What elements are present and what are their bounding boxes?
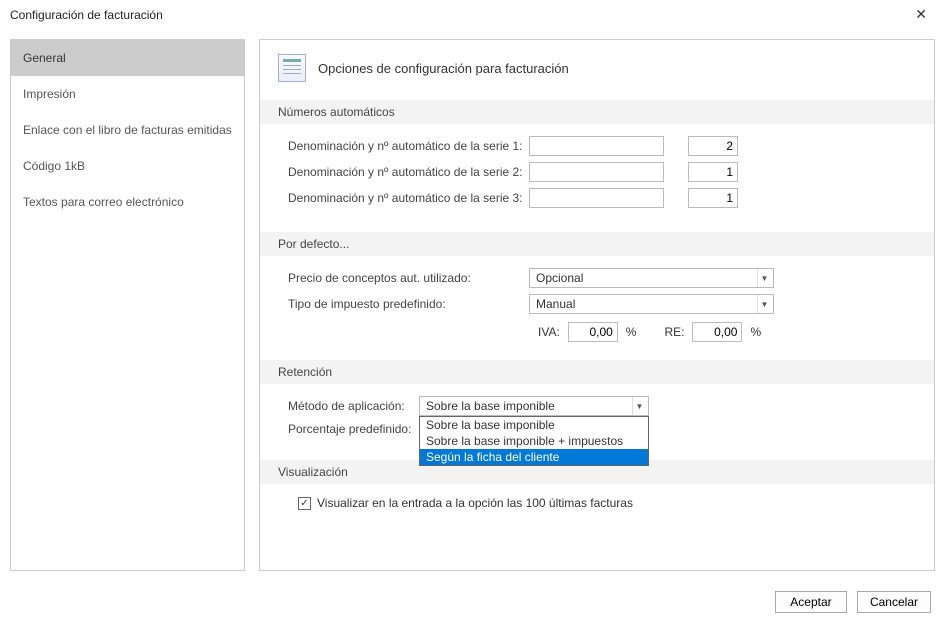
sidebar-item-impresion[interactable]: Impresión [11, 76, 244, 112]
tax-type-select[interactable]: Manual ▼ [529, 294, 774, 314]
series-row-3: Denominación y nº automático de la serie… [288, 188, 906, 208]
invoice-config-icon [278, 54, 306, 82]
panel-header: Opciones de configuración para facturaci… [278, 54, 916, 82]
series-label-1: Denominación y nº automático de la serie… [288, 139, 523, 153]
tax-type-select-value: Manual [536, 297, 575, 311]
tax-type-label: Tipo de impuesto predefinido: [288, 297, 523, 311]
series-number-input-2[interactable] [688, 162, 738, 182]
re-pct: % [750, 325, 761, 339]
method-select-value: Sobre la base imponible [426, 399, 555, 413]
section-header-retention: Retención [260, 360, 934, 384]
sidebar-item-general[interactable]: General [11, 40, 244, 76]
iva-input[interactable] [568, 322, 618, 342]
series-name-input-3[interactable] [529, 188, 664, 208]
chevron-down-icon: ▼ [757, 269, 771, 287]
section-body-auto-numbers: Denominación y nº automático de la serie… [278, 136, 916, 232]
close-icon[interactable]: ✕ [909, 6, 933, 23]
dialog-footer: Aceptar Cancelar [0, 581, 945, 625]
panel-title: Opciones de configuración para facturaci… [318, 61, 569, 76]
accept-button[interactable]: Aceptar [775, 591, 847, 613]
titlebar: Configuración de facturación ✕ [0, 0, 945, 29]
tax-values-row: IVA: % RE: % [538, 322, 906, 342]
window-title: Configuración de facturación [10, 8, 163, 22]
method-option-ficha-cliente[interactable]: Según la ficha del cliente [420, 449, 648, 465]
series-label-3: Denominación y nº automático de la serie… [288, 191, 523, 205]
chevron-down-icon: ▼ [632, 397, 646, 415]
retention-pct-label: Porcentaje predefinido: [288, 422, 413, 436]
tax-type-row: Tipo de impuesto predefinido: Manual ▼ [288, 294, 906, 314]
series-name-input-1[interactable] [529, 136, 664, 156]
series-label-2: Denominación y nº automático de la serie… [288, 165, 523, 179]
method-dropdown-list: Sobre la base imponible Sobre la base im… [419, 416, 649, 466]
main-panel: Opciones de configuración para facturaci… [259, 39, 935, 571]
re-label: RE: [664, 325, 684, 339]
method-option-base-impuestos[interactable]: Sobre la base imponible + impuestos [420, 433, 648, 449]
section-body-visualization: ✓ Visualizar en la entrada a la opción l… [278, 496, 916, 528]
content-area: General Impresión Enlace con el libro de… [0, 29, 945, 581]
dialog-window: Configuración de facturación ✕ General I… [0, 0, 945, 625]
series-row-2: Denominación y nº automático de la serie… [288, 162, 906, 182]
section-body-retention: Método de aplicación: Sobre la base impo… [278, 396, 916, 460]
re-input[interactable] [692, 322, 742, 342]
price-select[interactable]: Opcional ▼ [529, 268, 774, 288]
series-name-input-2[interactable] [529, 162, 664, 182]
show-last-invoices-label: Visualizar en la entrada a la opción las… [317, 496, 633, 510]
price-row: Precio de conceptos aut. utilizado: Opci… [288, 268, 906, 288]
series-number-input-3[interactable] [688, 188, 738, 208]
method-select-display[interactable]: Sobre la base imponible ▼ [419, 396, 649, 416]
method-row: Método de aplicación: Sobre la base impo… [288, 396, 906, 416]
method-select[interactable]: Sobre la base imponible ▼ Sobre la base … [419, 396, 649, 416]
section-body-defaults: Precio de conceptos aut. utilizado: Opci… [278, 268, 916, 360]
iva-pct: % [626, 325, 637, 339]
show-last-invoices-row: ✓ Visualizar en la entrada a la opción l… [288, 496, 906, 510]
price-label: Precio de conceptos aut. utilizado: [288, 271, 523, 285]
show-last-invoices-checkbox[interactable]: ✓ [298, 497, 311, 510]
sidebar-item-textos-correo[interactable]: Textos para correo electrónico [11, 184, 244, 220]
price-select-value: Opcional [536, 271, 583, 285]
method-option-base[interactable]: Sobre la base imponible [420, 417, 648, 433]
sidebar: General Impresión Enlace con el libro de… [10, 39, 245, 571]
chevron-down-icon: ▼ [757, 295, 771, 313]
cancel-button[interactable]: Cancelar [857, 591, 931, 613]
series-number-input-1[interactable] [688, 136, 738, 156]
section-header-defaults: Por defecto... [260, 232, 934, 256]
method-label: Método de aplicación: [288, 399, 413, 413]
iva-label: IVA: [538, 325, 560, 339]
sidebar-item-enlace-libro-facturas[interactable]: Enlace con el libro de facturas emitidas [11, 112, 244, 148]
section-header-auto-numbers: Números automáticos [260, 100, 934, 124]
series-row-1: Denominación y nº automático de la serie… [288, 136, 906, 156]
sidebar-item-codigo-1kb[interactable]: Código 1kB [11, 148, 244, 184]
